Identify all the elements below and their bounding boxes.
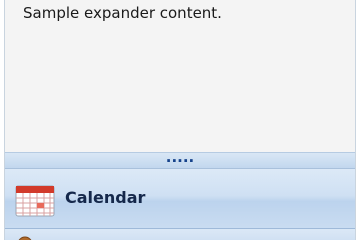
- expander-content-text: Sample expander content.: [23, 4, 222, 22]
- splitter-grip[interactable]: .....: [5, 149, 355, 166]
- contacts-icon: [17, 236, 33, 240]
- calendar-icon: [15, 185, 55, 217]
- navigation-pane: Sample expander content. ..... Calendar: [4, 0, 356, 240]
- nav-item-calendar-label: Calendar: [65, 188, 146, 207]
- pane-splitter[interactable]: .....: [5, 149, 355, 169]
- nav-item-contacts[interactable]: [5, 229, 355, 240]
- expander-content: Sample expander content.: [5, 0, 355, 152]
- nav-item-calendar[interactable]: Calendar: [5, 169, 355, 229]
